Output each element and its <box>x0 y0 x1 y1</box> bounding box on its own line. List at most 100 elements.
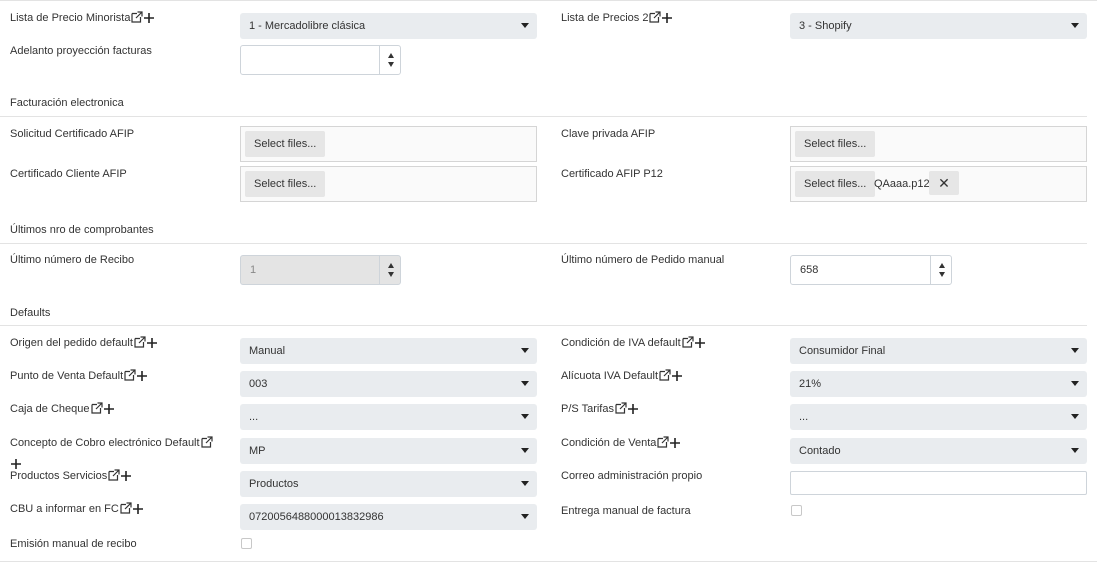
external-link-icon[interactable] <box>615 402 627 414</box>
origen-select[interactable]: Manual <box>240 338 537 364</box>
spinner[interactable] <box>379 46 400 74</box>
concepto-label: Concepto de Cobro electrónico Default <box>10 436 213 450</box>
entrega-label: Entrega manual de factura <box>561 505 691 517</box>
cond-venta-label: Condición de Venta <box>561 436 681 450</box>
select-files-button[interactable]: Select files... <box>795 171 876 197</box>
punto-venta-label: Punto de Venta Default <box>10 369 148 383</box>
dropdown-arrow-icon <box>521 381 529 386</box>
plus-icon[interactable] <box>670 438 681 448</box>
dropdown-arrow-icon <box>1071 448 1079 453</box>
dropdown-arrow-icon <box>1071 381 1079 386</box>
uploaded-file-name: QAaaa.p12 <box>874 178 930 190</box>
dropdown-arrow-icon <box>521 348 529 353</box>
dropdown-arrow-icon <box>521 23 529 28</box>
caja-cheque-label: Caja de Cheque <box>10 402 114 416</box>
solicitud-label: Solicitud Certificado AFIP <box>10 128 135 140</box>
spinner[interactable] <box>930 256 951 284</box>
alicuota-label: Alícuota IVA Default <box>561 369 683 383</box>
correo-input[interactable] <box>790 471 1087 495</box>
spin-down-icon[interactable] <box>388 62 394 67</box>
section-divider <box>0 116 1087 117</box>
dropdown-arrow-icon <box>1071 348 1079 353</box>
external-link-icon[interactable] <box>120 502 132 514</box>
cond-iva-select[interactable]: Consumidor Final <box>790 338 1087 364</box>
cbu-label: CBU a informar en FC <box>10 502 143 516</box>
external-link-icon[interactable] <box>90 402 103 414</box>
lista-precios2-label: Lista de Precios 2 <box>561 11 673 25</box>
cbu-select[interactable]: 0720056488000013832986 <box>240 504 537 530</box>
adelanto-input[interactable] <box>240 45 401 75</box>
cond-iva-label: Condición de IVA default <box>561 336 705 350</box>
plus-icon[interactable] <box>103 404 114 414</box>
concepto-select[interactable]: MP <box>240 438 537 464</box>
section-defaults-title: Defaults <box>10 307 51 319</box>
correo-label: Correo administración propio <box>561 470 703 482</box>
select-files-button[interactable]: Select files... <box>245 131 326 157</box>
section-divider <box>0 243 1087 244</box>
cert-cliente-label: Certificado Cliente AFIP <box>10 168 127 180</box>
external-link-icon[interactable] <box>659 369 671 381</box>
plus-icon[interactable] <box>137 371 148 381</box>
plus-icon[interactable] <box>132 504 143 514</box>
plus-icon[interactable] <box>144 13 155 23</box>
dropdown-arrow-icon <box>521 414 529 419</box>
select-files-button[interactable]: Select files... <box>795 131 876 157</box>
external-link-icon[interactable] <box>682 336 694 348</box>
plus-icon[interactable] <box>628 404 638 414</box>
spinner <box>379 256 400 284</box>
section-ultimos-title: Últimos nro de comprobantes <box>10 224 154 236</box>
cond-venta-select[interactable]: Contado <box>790 438 1087 464</box>
external-link-icon[interactable] <box>649 11 662 23</box>
top-divider <box>0 0 1097 1</box>
plus-icon[interactable] <box>662 13 673 23</box>
recibo-input: 1 <box>240 255 401 285</box>
punto-venta-select[interactable]: 003 <box>240 371 537 397</box>
emision-label: Emisión manual de recibo <box>10 538 137 550</box>
entrega-checkbox[interactable] <box>791 505 802 516</box>
plus-icon[interactable] <box>694 338 705 348</box>
ps-tarifas-label: P/S Tarifas <box>561 402 638 416</box>
plus-icon[interactable] <box>11 459 21 469</box>
cert-cliente-upload: Select files... <box>240 166 537 202</box>
section-divider <box>0 325 1087 326</box>
plus-icon[interactable] <box>672 371 683 381</box>
external-link-icon[interactable] <box>134 336 146 348</box>
plus-icon[interactable] <box>146 338 157 348</box>
select-files-button[interactable]: Select files... <box>245 171 326 197</box>
cert-p12-label: Certificado AFIP P12 <box>561 168 663 180</box>
origen-label: Origen del pedido default <box>10 336 157 350</box>
spin-up-icon <box>388 263 394 268</box>
external-link-icon[interactable] <box>108 469 120 481</box>
pedido-label: Último número de Pedido manual <box>561 254 725 266</box>
emision-checkbox[interactable] <box>241 538 252 549</box>
dropdown-arrow-icon <box>1071 23 1079 28</box>
external-link-icon[interactable] <box>131 11 144 23</box>
dropdown-arrow-icon <box>521 448 529 453</box>
dropdown-arrow-icon <box>521 514 529 519</box>
pedido-input[interactable]: 658 <box>790 255 952 285</box>
productos-select[interactable]: Productos <box>240 471 537 497</box>
spin-down-icon[interactable] <box>939 272 945 277</box>
clave-label: Clave privada AFIP <box>561 128 656 140</box>
external-link-icon[interactable] <box>124 369 136 381</box>
external-link-icon[interactable] <box>657 436 670 448</box>
clave-upload: Select files... <box>790 126 1087 162</box>
spin-up-icon[interactable] <box>388 53 394 58</box>
remove-file-button[interactable]: ✕ <box>929 171 959 195</box>
bottom-divider <box>0 561 1097 562</box>
spin-down-icon <box>388 272 394 277</box>
spin-up-icon[interactable] <box>939 263 945 268</box>
caja-cheque-select[interactable]: ... <box>240 404 537 430</box>
dropdown-arrow-icon <box>521 481 529 486</box>
cert-p12-upload: Select files... QAaaa.p12 ✕ <box>790 166 1087 202</box>
lista-minorista-label: Lista de Precio Minorista <box>10 11 155 25</box>
lista-minorista-select[interactable]: 1 - Mercadolibre clásica <box>240 13 537 39</box>
lista-precios2-select[interactable]: 3 - Shopify <box>790 13 1087 39</box>
ps-tarifas-select[interactable]: ... <box>790 404 1087 430</box>
external-link-icon[interactable] <box>200 436 213 448</box>
alicuota-select[interactable]: 21% <box>790 371 1087 397</box>
dropdown-arrow-icon <box>1071 414 1079 419</box>
plus-icon[interactable] <box>121 471 132 481</box>
productos-label: Productos Servicios <box>10 469 132 483</box>
adelanto-label: Adelanto proyección facturas <box>10 45 152 57</box>
